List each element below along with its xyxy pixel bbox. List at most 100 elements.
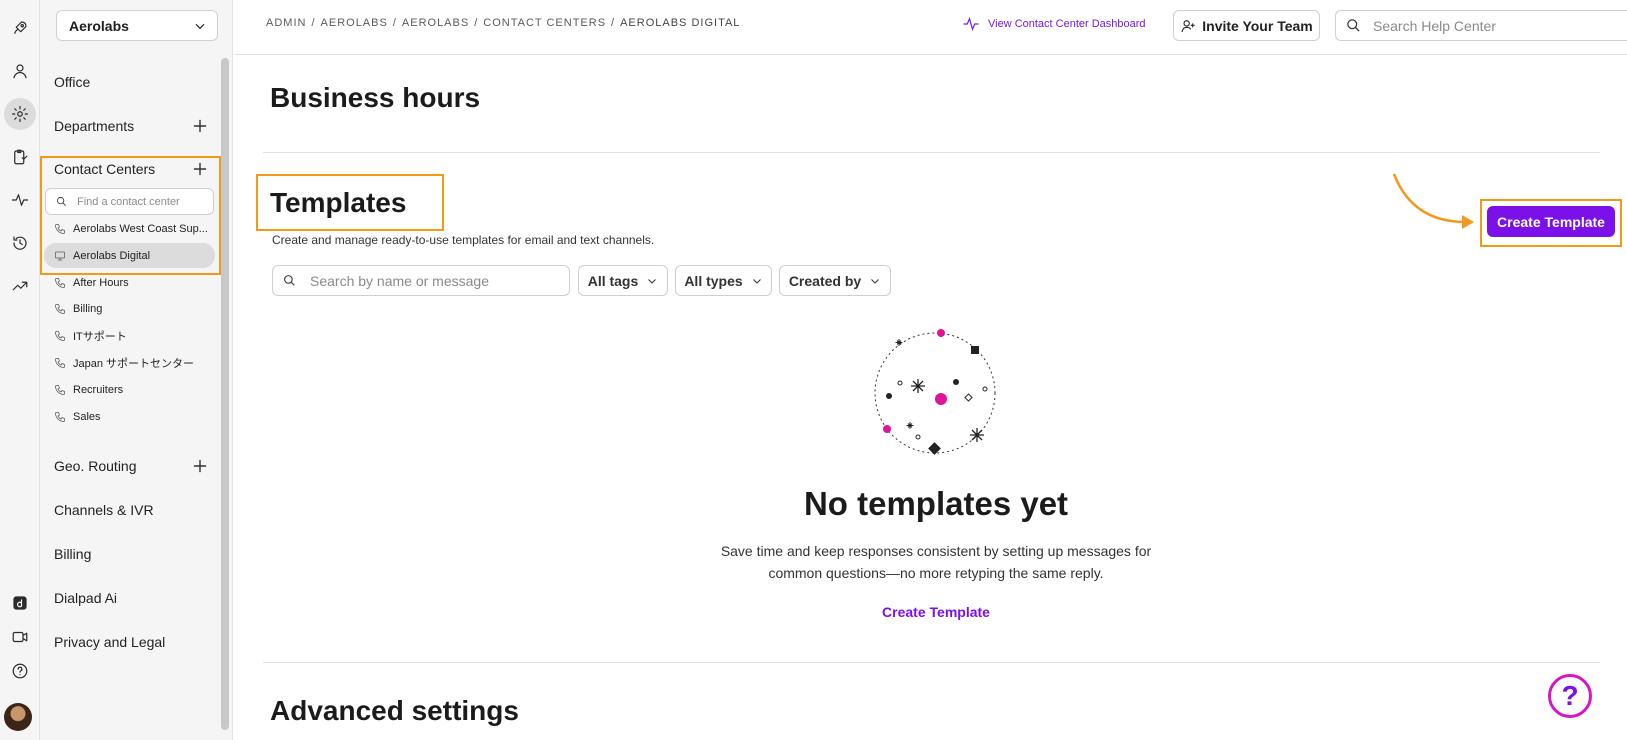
created-by-filter[interactable]: Created by bbox=[779, 265, 891, 296]
breadcrumb-item[interactable]: AEROLABS bbox=[402, 17, 469, 29]
empty-state-create-link[interactable]: Create Template bbox=[700, 604, 1172, 620]
sidebar-item-geo-routing[interactable]: Geo. Routing bbox=[54, 458, 137, 474]
app-rail bbox=[0, 0, 40, 740]
contact-center-label: Aerolabs Digital bbox=[73, 249, 151, 262]
trending-up-icon[interactable] bbox=[4, 270, 36, 302]
history-icon[interactable] bbox=[4, 227, 36, 259]
breadcrumb-separator: / bbox=[311, 17, 316, 29]
breadcrumb-item[interactable]: ADMIN bbox=[266, 17, 306, 29]
empty-state-illustration bbox=[874, 329, 996, 455]
invite-team-button[interactable]: Invite Your Team bbox=[1173, 10, 1320, 41]
contact-center-label: Sales bbox=[73, 410, 101, 423]
phone-icon bbox=[55, 303, 65, 314]
phone-icon bbox=[55, 277, 65, 288]
contact-center-label: Recruiters bbox=[73, 383, 124, 396]
sidebar-item-billing[interactable]: Billing bbox=[54, 546, 91, 562]
breadcrumb-item[interactable]: CONTACT CENTERS bbox=[483, 17, 606, 29]
contact-center-item[interactable]: Japan サポートセンター bbox=[44, 350, 215, 375]
empty-state-description-line: common questions—no more retyping the sa… bbox=[768, 565, 1104, 581]
contact-center-item[interactable]: Recruiters bbox=[44, 377, 215, 402]
types-filter-label: All types bbox=[684, 272, 743, 289]
help-center-search-input[interactable]: Search Help Center bbox=[1335, 10, 1627, 41]
chevron-down-icon bbox=[871, 278, 880, 284]
view-dashboard-label: View Contact Center Dashboard bbox=[988, 18, 1146, 30]
add-user-icon bbox=[1181, 19, 1195, 32]
contact-center-item[interactable]: Sales bbox=[44, 404, 215, 429]
breadcrumb-item[interactable]: AEROLABS bbox=[321, 17, 388, 29]
user-icon[interactable] bbox=[4, 55, 36, 87]
contact-center-item[interactable]: Aerolabs West Coast Sup... bbox=[44, 216, 215, 241]
monitor-icon bbox=[55, 251, 65, 260]
advanced-settings-title: Advanced settings bbox=[270, 695, 519, 726]
search-icon bbox=[1347, 19, 1360, 32]
add-contact-center-icon[interactable] bbox=[193, 162, 209, 178]
pulse-icon bbox=[963, 16, 979, 32]
templates-subtitle: Create and manage ready-to-use templates… bbox=[272, 233, 655, 247]
contact-center-item[interactable]: After Hours bbox=[44, 270, 215, 295]
video-icon[interactable] bbox=[4, 621, 36, 653]
dialpad-logo-icon[interactable] bbox=[4, 587, 36, 619]
contact-center-label: Aerolabs West Coast Sup... bbox=[73, 222, 208, 235]
pulse-icon[interactable] bbox=[4, 184, 36, 216]
add-department-icon[interactable] bbox=[193, 119, 209, 135]
rocket-icon[interactable] bbox=[4, 12, 36, 44]
avatar[interactable] bbox=[4, 703, 32, 731]
add-geo-routing-icon[interactable] bbox=[193, 459, 209, 475]
sidebar-item-dialpad-ai[interactable]: Dialpad Ai bbox=[54, 590, 117, 606]
empty-state-description-line: Save time and keep responses consistent … bbox=[720, 543, 1152, 559]
breadcrumb-separator: / bbox=[611, 17, 616, 29]
view-dashboard-link[interactable]: View Contact Center Dashboard bbox=[962, 15, 1146, 33]
org-selector[interactable]: Aerolabs bbox=[56, 10, 218, 41]
contact-center-label: Japan サポートセンター bbox=[73, 357, 195, 370]
invite-team-label: Invite Your Team bbox=[1202, 17, 1313, 34]
gear-icon[interactable] bbox=[4, 98, 36, 130]
chevron-down-icon bbox=[752, 278, 761, 284]
contact-center-item[interactable]: Billing bbox=[44, 296, 215, 321]
top-bar: ADMIN / AEROLABS / AEROLABS / CONTACT CENTERS /… bbox=[234, 0, 1627, 55]
admin-sidebar: Aerolabs Office Departments Contact Cent… bbox=[40, 0, 233, 740]
sidebar-scrollbar[interactable] bbox=[221, 58, 229, 730]
types-filter[interactable]: All types bbox=[675, 265, 772, 296]
phone-icon bbox=[55, 223, 65, 234]
template-search-placeholder: Search by name or message bbox=[310, 272, 489, 289]
contact-center-item[interactable]: ITサポート bbox=[44, 323, 215, 348]
contact-center-label: After Hours bbox=[73, 276, 129, 289]
empty-state-title: No templates yet bbox=[803, 485, 1069, 522]
template-search-input[interactable]: Search by name or message bbox=[272, 265, 570, 296]
chevron-down-icon bbox=[648, 278, 657, 284]
empty-state-description: Save time and keep responses consistent … bbox=[700, 540, 1172, 584]
tags-filter[interactable]: All tags bbox=[578, 265, 668, 296]
section-divider bbox=[263, 662, 1600, 663]
phone-icon bbox=[55, 330, 65, 341]
clipboard-sparkle-icon[interactable] bbox=[4, 141, 36, 173]
created-by-filter-label: Created by bbox=[788, 272, 862, 289]
create-template-button[interactable]: Create Template bbox=[1487, 206, 1615, 237]
breadcrumb-current: AEROLABS DIGITAL bbox=[620, 17, 741, 29]
contact-center-item-selected[interactable]: Aerolabs Digital bbox=[44, 243, 215, 268]
contact-center-label: Billing bbox=[73, 302, 103, 315]
breadcrumb-separator: / bbox=[392, 17, 397, 29]
sidebar-item-office[interactable]: Office bbox=[54, 74, 90, 90]
help-fab-label: ? bbox=[1561, 680, 1579, 711]
sidebar-item-privacy-legal[interactable]: Privacy and Legal bbox=[54, 634, 165, 650]
tags-filter-label: All tags bbox=[587, 272, 639, 289]
breadcrumb: ADMIN / AEROLABS / AEROLABS / CONTACT CENTERS /… bbox=[266, 17, 740, 29]
chevron-down-icon bbox=[195, 23, 205, 29]
help-circle-icon[interactable] bbox=[4, 655, 36, 687]
phone-icon bbox=[55, 357, 65, 368]
contact-center-search-placeholder: Find a contact center bbox=[77, 195, 180, 208]
sidebar-item-contact-centers[interactable]: Contact Centers bbox=[54, 161, 155, 177]
help-fab-button[interactable]: ? bbox=[1548, 674, 1592, 718]
contact-center-label: ITサポート bbox=[73, 330, 127, 343]
templates-title: Templates bbox=[270, 187, 407, 218]
sidebar-item-departments[interactable]: Departments bbox=[54, 118, 134, 134]
pointer-arrow-icon bbox=[1392, 173, 1474, 229]
contact-center-search-input[interactable]: Find a contact center bbox=[45, 188, 214, 215]
section-divider bbox=[263, 152, 1600, 153]
business-hours-title: Business hours bbox=[270, 82, 481, 113]
sidebar-item-channels-ivr[interactable]: Channels & IVR bbox=[54, 502, 154, 518]
search-icon bbox=[56, 196, 66, 206]
org-name: Aerolabs bbox=[69, 17, 129, 34]
search-icon bbox=[284, 275, 295, 286]
phone-icon bbox=[55, 384, 65, 395]
